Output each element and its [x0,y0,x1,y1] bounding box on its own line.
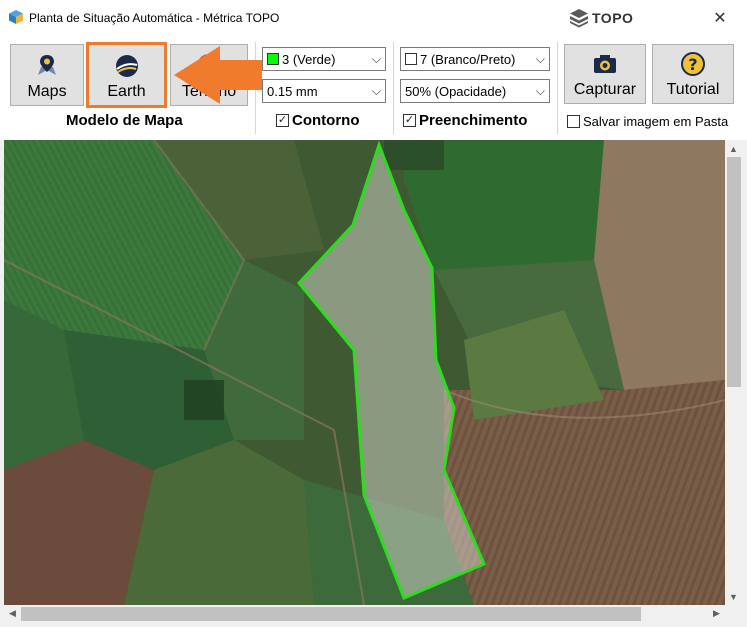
chevron-down-icon: ⌵ [535,84,545,98]
map-model-group-label: Modelo de Mapa [66,112,183,129]
vertical-scroll-thumb[interactable] [727,157,741,387]
fill-color-swatch [405,53,417,65]
vertical-scrollbar[interactable]: ▲ ▼ [725,140,743,605]
earth-button[interactable]: Earth [86,42,167,108]
fill-color-select[interactable]: 7 (Branco/Preto) ⌵ [400,47,550,71]
horizontal-scroll-thumb[interactable] [21,607,641,621]
terrain-button-label: Terreno [181,83,237,100]
separator [393,42,394,134]
contour-checkbox-label: Contorno [292,112,360,129]
save-folder-checkbox-label: Salvar imagem em Pasta [583,114,729,129]
contour-width-value: 0.15 mm [267,83,318,99]
chevron-down-icon: ⌵ [371,52,381,66]
scroll-up-icon[interactable]: ▲ [725,140,742,157]
scroll-right-icon[interactable]: ▶ [708,605,725,622]
capture-button-label: Capturar [573,81,637,98]
contour-color-value: 3 (Verde) [282,51,336,67]
chevron-down-icon: ⌵ [371,84,381,98]
tutorial-button-label: Tutorial [666,81,720,98]
camera-icon [594,55,616,73]
maps-button-label: Maps [27,83,67,100]
close-icon: ✕ [713,10,727,27]
fill-opacity-value: 50% (Opacidade) [405,83,507,99]
svg-text:?: ? [688,55,697,74]
separator [255,42,256,134]
contour-checkbox-box: ✓ [276,114,289,127]
fill-checkbox-label: Preenchimento [419,112,528,129]
brand-name: TOPO [592,10,634,26]
satellite-map[interactable] [4,140,725,605]
capture-button[interactable]: Capturar [564,44,646,104]
separator [557,42,558,134]
toolbar: Maps Earth Terreno Modelo de Mapa 3 (Ver… [0,36,747,140]
fill-checkbox-box: ✓ [403,114,416,127]
contour-width-select[interactable]: 0.15 mm ⌵ [262,79,386,103]
scroll-left-icon[interactable]: ◀ [4,605,21,622]
topo-logo-icon [570,9,588,28]
save-folder-checkbox[interactable]: Salvar imagem em Pasta [567,114,728,129]
tutorial-button[interactable]: ? Tutorial [652,44,734,104]
map-pin-icon [38,55,56,75]
app-cube-icon [9,10,23,24]
scroll-down-icon[interactable]: ▼ [725,588,742,605]
fill-checkbox[interactable]: ✓ Preenchimento [403,112,527,129]
earth-button-label: Earth [107,83,146,100]
title-bar: Planta de Situação Automática - Métrica … [0,0,747,36]
close-button[interactable]: ✕ [708,6,732,30]
fill-opacity-select[interactable]: 50% (Opacidade) ⌵ [400,79,550,103]
chevron-down-icon: ⌵ [535,52,545,66]
maps-button[interactable]: Maps [10,44,84,106]
contour-checkbox[interactable]: ✓ Contorno [276,112,359,129]
help-icon: ? [681,52,705,76]
terrain-button[interactable]: Terreno [170,44,248,106]
brand-logo: TOPO [568,8,633,28]
contour-color-swatch [267,53,279,65]
save-folder-checkbox-box [567,115,580,128]
app-window: Planta de Situação Automática - Métrica … [0,0,747,627]
fill-color-value: 7 (Branco/Preto) [420,51,516,67]
horizontal-scrollbar[interactable]: ◀ ▶ [4,605,725,623]
earth-icon [115,55,138,77]
contour-color-select[interactable]: 3 (Verde) ⌵ [262,47,386,71]
satellite-imagery [4,140,725,605]
window-title: Planta de Situação Automática - Métrica … [29,11,280,25]
terrain-icon [197,54,221,78]
